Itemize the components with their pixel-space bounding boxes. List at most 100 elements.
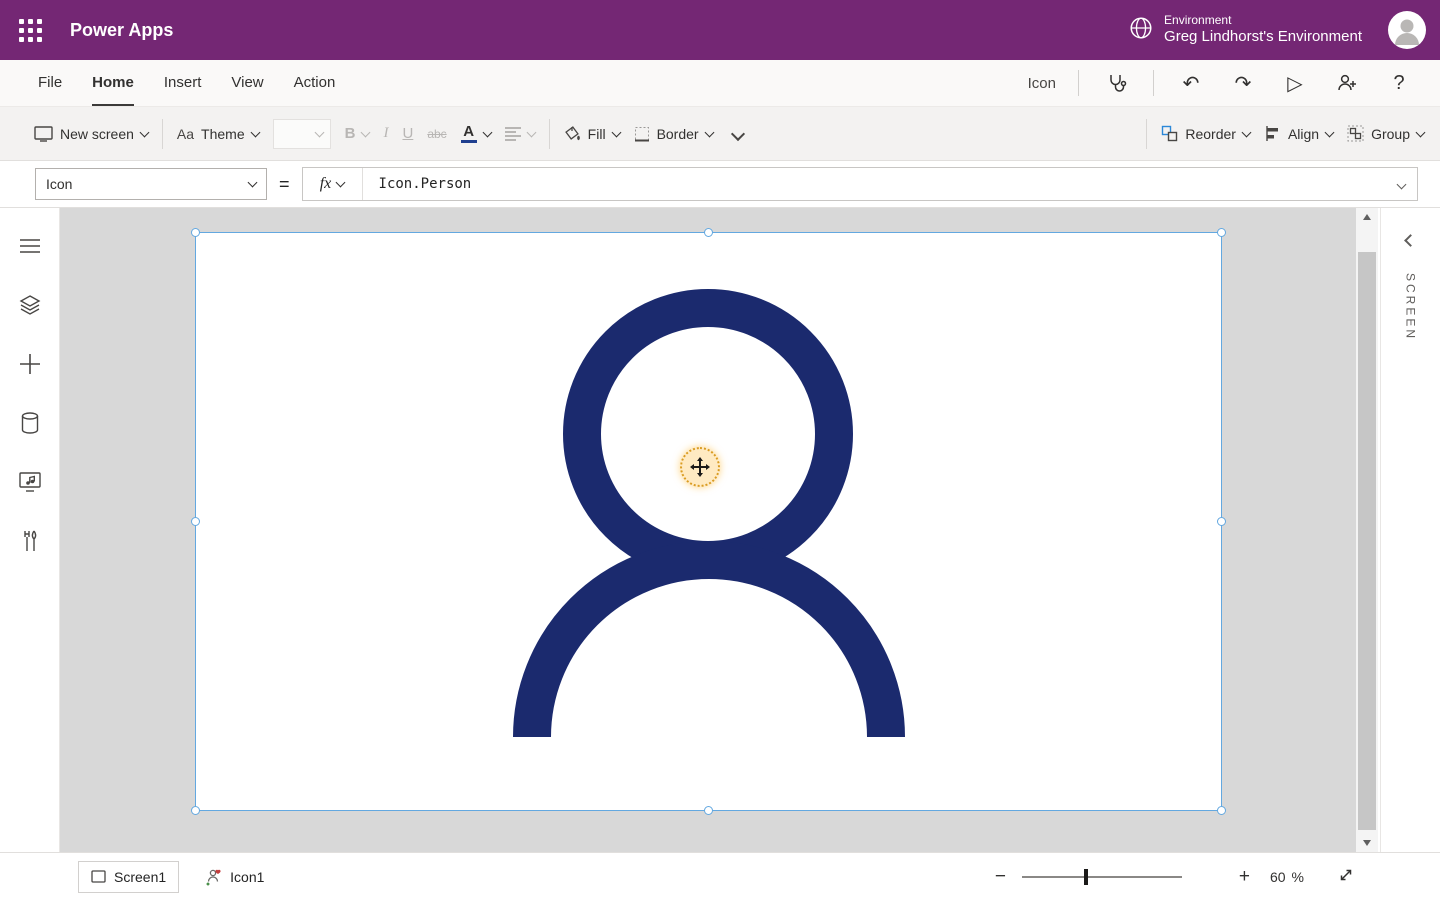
chevron-down-icon [139,127,149,137]
zoom-out-button[interactable]: − [995,866,1006,888]
property-dropdown[interactable]: Icon [35,168,267,200]
property-selected-value: Icon [46,176,72,192]
fx-dropdown[interactable]: fx [303,168,363,200]
design-canvas[interactable] [60,208,1356,852]
screen1-tab[interactable]: Screen1 [78,861,179,893]
theme-label: Theme [201,126,245,142]
environment-picker[interactable]: Environment Greg Lindhorst's Environment [1128,13,1362,47]
media-icon[interactable] [8,460,52,504]
zoom-slider[interactable] [1022,876,1182,878]
canvas-scrollbar[interactable] [1356,208,1378,852]
hamburger-expand-icon[interactable] [8,224,52,268]
icon1-tab[interactable]: Icon1 [205,861,264,893]
italic-button[interactable]: I [383,125,388,142]
formula-expand-chevron-icon[interactable] [1398,175,1417,193]
icon-control-glyph [205,868,223,886]
fx-label: fx [320,175,332,193]
left-rail [0,208,60,852]
waffle-grid [19,19,42,42]
more-commands-chevron-icon[interactable] [731,126,745,140]
person-icon[interactable] [196,233,1221,810]
fit-to-window-icon[interactable] [1338,867,1354,888]
avatar[interactable] [1388,11,1426,49]
waffle-menu-icon[interactable] [0,0,60,60]
chevron-down-icon [336,178,346,188]
font-size-dropdown[interactable] [273,119,331,149]
data-sources-icon[interactable] [8,401,52,445]
align-button[interactable]: Align [1264,125,1333,142]
scrollbar-thumb[interactable] [1358,252,1376,830]
theme-button[interactable]: Aa Theme [177,126,259,142]
menu-bar: File Home Insert View Action Icon ↶ ↷ ▷ … [0,60,1440,107]
formula-input[interactable]: fx Icon.Person [302,167,1418,201]
formula-text[interactable]: Icon.Person [363,176,1398,192]
expand-panel-chevron-icon[interactable] [1404,234,1417,247]
chevron-down-icon [482,127,492,137]
reorder-label: Reorder [1185,126,1236,142]
scrollbar-down-arrow[interactable] [1356,834,1378,852]
redo-icon[interactable]: ↷ [1228,68,1258,98]
selection-handle-nw[interactable] [191,228,200,237]
screen-panel-label: SCREEN [1404,273,1418,341]
menu-item-home[interactable]: Home [92,60,134,106]
border-label: Border [657,126,699,142]
chevron-down-icon [248,178,258,188]
chevron-down-icon [704,127,714,137]
undo-icon[interactable]: ↶ [1176,68,1206,98]
tree-view-layers-icon[interactable] [8,283,52,327]
chevron-down-icon [1416,127,1426,137]
share-person-add-icon[interactable] [1332,68,1362,98]
help-icon[interactable]: ? [1384,68,1414,98]
border-button[interactable]: Border [634,126,713,142]
zoom-unit: % [1292,869,1304,885]
chevron-down-icon [250,127,260,137]
zoom-percentage: 60 % [1270,869,1304,885]
font-color-button[interactable]: A [461,124,491,143]
new-screen-button[interactable]: New screen [34,126,148,142]
icon1-tab-label: Icon1 [230,869,264,885]
insert-plus-icon[interactable] [8,342,52,386]
divider [549,119,550,149]
scrollbar-up-arrow[interactable] [1356,208,1378,226]
app-checker-icon[interactable] [1101,68,1131,98]
preview-play-icon[interactable]: ▷ [1280,68,1310,98]
fill-label: Fill [588,126,606,142]
underline-button[interactable]: U [402,125,413,142]
screen1-tab-label: Screen1 [114,869,166,885]
zoom-slider-handle[interactable] [1084,869,1088,885]
status-bar: Screen1 Icon1 − + 60 % [0,852,1440,900]
theme-aa-icon: Aa [177,126,194,142]
menu-item-view[interactable]: View [231,60,263,106]
fill-button[interactable]: Fill [564,125,620,142]
selection-handle-sw[interactable] [191,806,200,815]
group-button[interactable]: Group [1347,125,1424,142]
screen-icon [91,870,106,883]
menu-item-file[interactable]: File [38,60,62,106]
equals-sign: = [279,174,290,195]
reorder-button[interactable]: Reorder [1161,125,1250,142]
selection-handle-e[interactable] [1217,517,1226,526]
selection-handle-se[interactable] [1217,806,1226,815]
environment-label: Environment [1164,13,1362,28]
align-label: Align [1288,126,1319,142]
bold-button[interactable]: B [345,125,370,142]
selection-handle-s[interactable] [704,806,713,815]
ribbon-toolbar: New screen Aa Theme B I U abc A Fill Bor… [0,107,1440,161]
menu-item-action[interactable]: Action [294,60,336,106]
font-color-icon: A [461,124,477,143]
chevron-down-icon [314,127,324,137]
selection-handle-ne[interactable] [1217,228,1226,237]
globe-icon [1128,15,1154,46]
text-align-button[interactable] [505,127,535,141]
selection-handle-n[interactable] [704,228,713,237]
group-label: Group [1371,126,1410,142]
formula-bar: Icon = fx Icon.Person [0,161,1440,208]
advanced-tools-icon[interactable] [8,519,52,563]
zoom-in-button[interactable]: + [1239,866,1250,888]
strikethrough-button[interactable]: abc [427,127,446,141]
selection-handle-w[interactable] [191,517,200,526]
divider [1153,70,1154,96]
screen1-artboard[interactable] [196,233,1221,810]
new-screen-label: New screen [60,126,134,142]
menu-item-insert[interactable]: Insert [164,60,202,106]
